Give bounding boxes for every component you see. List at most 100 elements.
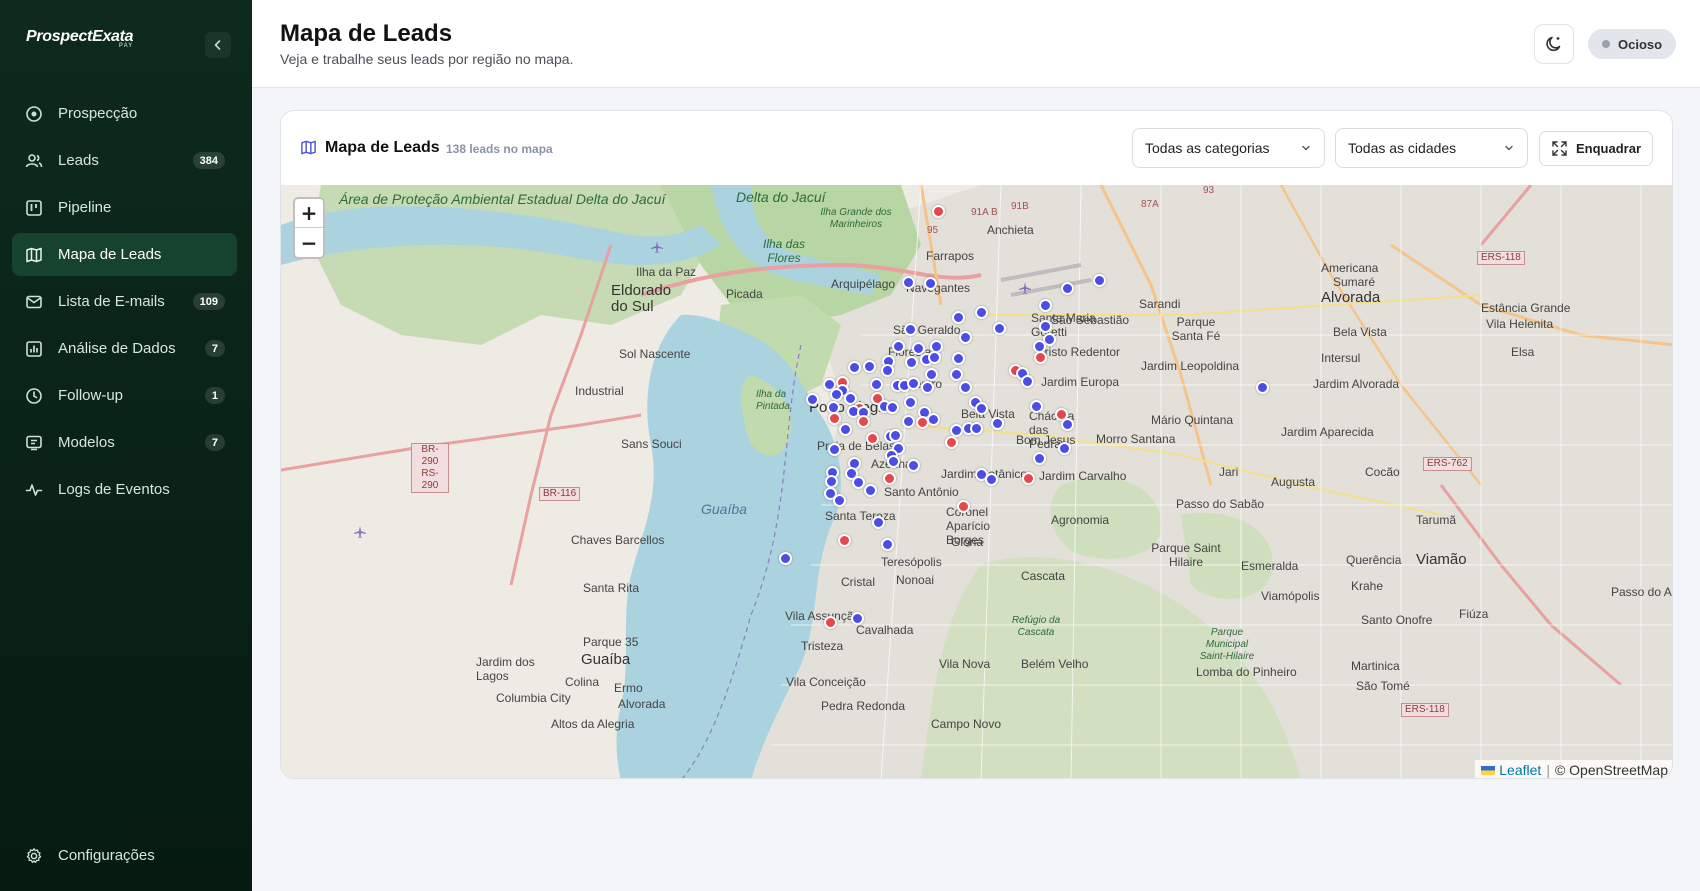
map-label: Ilha Grande dos Marinheiros: [820, 207, 892, 230]
osm-attribution[interactable]: © OpenStreetMap: [1555, 762, 1668, 778]
lead-marker[interactable]: [805, 392, 819, 406]
sidebar-item-pipeline[interactable]: Pipeline: [12, 186, 237, 229]
lead-marker[interactable]: [1057, 441, 1071, 455]
map-label: Viamópolis: [1261, 589, 1320, 603]
leaflet-link[interactable]: Leaflet: [1499, 762, 1541, 778]
fit-bounds-button[interactable]: Enquadrar: [1539, 131, 1653, 166]
road-shield: ERS-762: [1423, 457, 1472, 471]
sidebar-item-leads[interactable]: Leads 384: [12, 139, 237, 182]
lead-marker[interactable]: [1092, 273, 1106, 287]
airport-icon: [1019, 282, 1031, 294]
lead-marker[interactable]: [885, 400, 899, 414]
lead-marker[interactable]: [951, 351, 965, 365]
lead-marker[interactable]: [891, 339, 905, 353]
sidebar-item-follow-up[interactable]: Follow-up 1: [12, 374, 237, 417]
lead-marker[interactable]: [829, 387, 843, 401]
lead-marker[interactable]: [901, 414, 915, 428]
lead-marker[interactable]: [944, 435, 958, 449]
lead-marker[interactable]: [992, 321, 1006, 335]
lead-marker[interactable]: [851, 475, 865, 489]
sidebar-item-logs-de-eventos[interactable]: Logs de Eventos: [12, 468, 237, 511]
lead-marker[interactable]: [984, 472, 998, 486]
lead-marker[interactable]: [901, 275, 915, 289]
sidebar-item-configuracoes[interactable]: Configurações: [12, 834, 237, 877]
lead-marker[interactable]: [923, 276, 937, 290]
lead-marker[interactable]: [951, 310, 965, 324]
lead-marker[interactable]: [931, 204, 945, 218]
city-select[interactable]: Todas as cidades: [1335, 128, 1528, 168]
map-label: Santo Antônio: [884, 485, 959, 499]
lead-marker[interactable]: [903, 322, 917, 336]
lead-marker[interactable]: [1032, 451, 1046, 465]
lead-marker[interactable]: [832, 493, 846, 507]
lead-marker[interactable]: [850, 611, 864, 625]
lead-marker[interactable]: [880, 537, 894, 551]
sidebar-item-modelos[interactable]: Modelos 7: [12, 421, 237, 464]
app-logo[interactable]: ProspectExata PAY: [26, 28, 134, 49]
lead-marker[interactable]: [974, 305, 988, 319]
lead-marker[interactable]: [847, 360, 861, 374]
lead-marker[interactable]: [903, 395, 917, 409]
sidebar-item-label: Configurações: [58, 847, 155, 864]
lead-marker[interactable]: [1038, 298, 1052, 312]
lead-marker[interactable]: [1060, 417, 1074, 431]
lead-marker[interactable]: [827, 411, 841, 425]
lead-marker[interactable]: [880, 363, 894, 377]
lead-marker[interactable]: [869, 377, 883, 391]
lead-marker[interactable]: [949, 423, 963, 437]
lead-marker[interactable]: [778, 551, 792, 565]
lead-marker[interactable]: [958, 330, 972, 344]
sidebar-item-label: Mapa de Leads: [58, 246, 162, 263]
lead-marker[interactable]: [956, 499, 970, 513]
lead-marker[interactable]: [856, 414, 870, 428]
lead-marker[interactable]: [927, 350, 941, 364]
theme-toggle-button[interactable]: [1534, 24, 1574, 64]
sidebar-item-prospeccao[interactable]: Prospecção: [12, 92, 237, 135]
zoom-in-button[interactable]: +: [295, 199, 323, 228]
zoom-out-button[interactable]: −: [295, 228, 323, 257]
lead-marker[interactable]: [906, 458, 920, 472]
lead-marker[interactable]: [969, 421, 983, 435]
lead-marker[interactable]: [906, 376, 920, 390]
map-label: Ilha da Paz: [636, 265, 697, 279]
lead-marker[interactable]: [904, 355, 918, 369]
lead-marker[interactable]: [920, 380, 934, 394]
category-select[interactable]: Todas as categorias: [1132, 128, 1325, 168]
road-shield: ERS-118: [1477, 251, 1525, 265]
lead-marker[interactable]: [958, 380, 972, 394]
collapse-sidebar-button[interactable]: [205, 32, 231, 58]
lead-marker[interactable]: [990, 416, 1004, 430]
lead-marker[interactable]: [915, 415, 929, 429]
map-label: Sol Nascente: [619, 347, 691, 361]
lead-marker[interactable]: [871, 515, 885, 529]
lead-marker[interactable]: [1020, 374, 1034, 388]
lead-marker[interactable]: [1038, 319, 1052, 333]
lead-marker[interactable]: [1029, 399, 1043, 413]
lead-marker[interactable]: [827, 442, 841, 456]
lead-marker[interactable]: [974, 401, 988, 415]
lead-marker[interactable]: [865, 431, 879, 445]
lead-marker[interactable]: [924, 367, 938, 381]
lead-marker[interactable]: [949, 367, 963, 381]
leads-map[interactable]: Área de Proteção Ambiental Estadual Delt…: [281, 185, 1672, 778]
lead-marker[interactable]: [1060, 281, 1074, 295]
sidebar-item-analise-de-dados[interactable]: Análise de Dados 7: [12, 327, 237, 370]
lead-marker[interactable]: [837, 533, 851, 547]
lead-marker[interactable]: [886, 454, 900, 468]
lead-marker[interactable]: [1255, 380, 1269, 394]
lead-marker[interactable]: [824, 474, 838, 488]
lead-marker[interactable]: [823, 615, 837, 629]
map-label: Jari: [1219, 465, 1239, 479]
lead-marker[interactable]: [1021, 471, 1035, 485]
road-shield: BR-290 RS-290: [411, 443, 449, 493]
lead-marker[interactable]: [888, 428, 902, 442]
lead-marker[interactable]: [863, 483, 877, 497]
lead-marker[interactable]: [1033, 350, 1047, 364]
lead-marker[interactable]: [838, 422, 852, 436]
lead-marker[interactable]: [882, 471, 896, 485]
sidebar-item-lista-de-emails[interactable]: Lista de E-mails 109: [12, 280, 237, 323]
lead-marker[interactable]: [911, 341, 925, 355]
sidebar-item-mapa-de-leads[interactable]: Mapa de Leads: [12, 233, 237, 276]
lead-marker[interactable]: [862, 359, 876, 373]
road-shield: 91B: [1011, 201, 1029, 212]
